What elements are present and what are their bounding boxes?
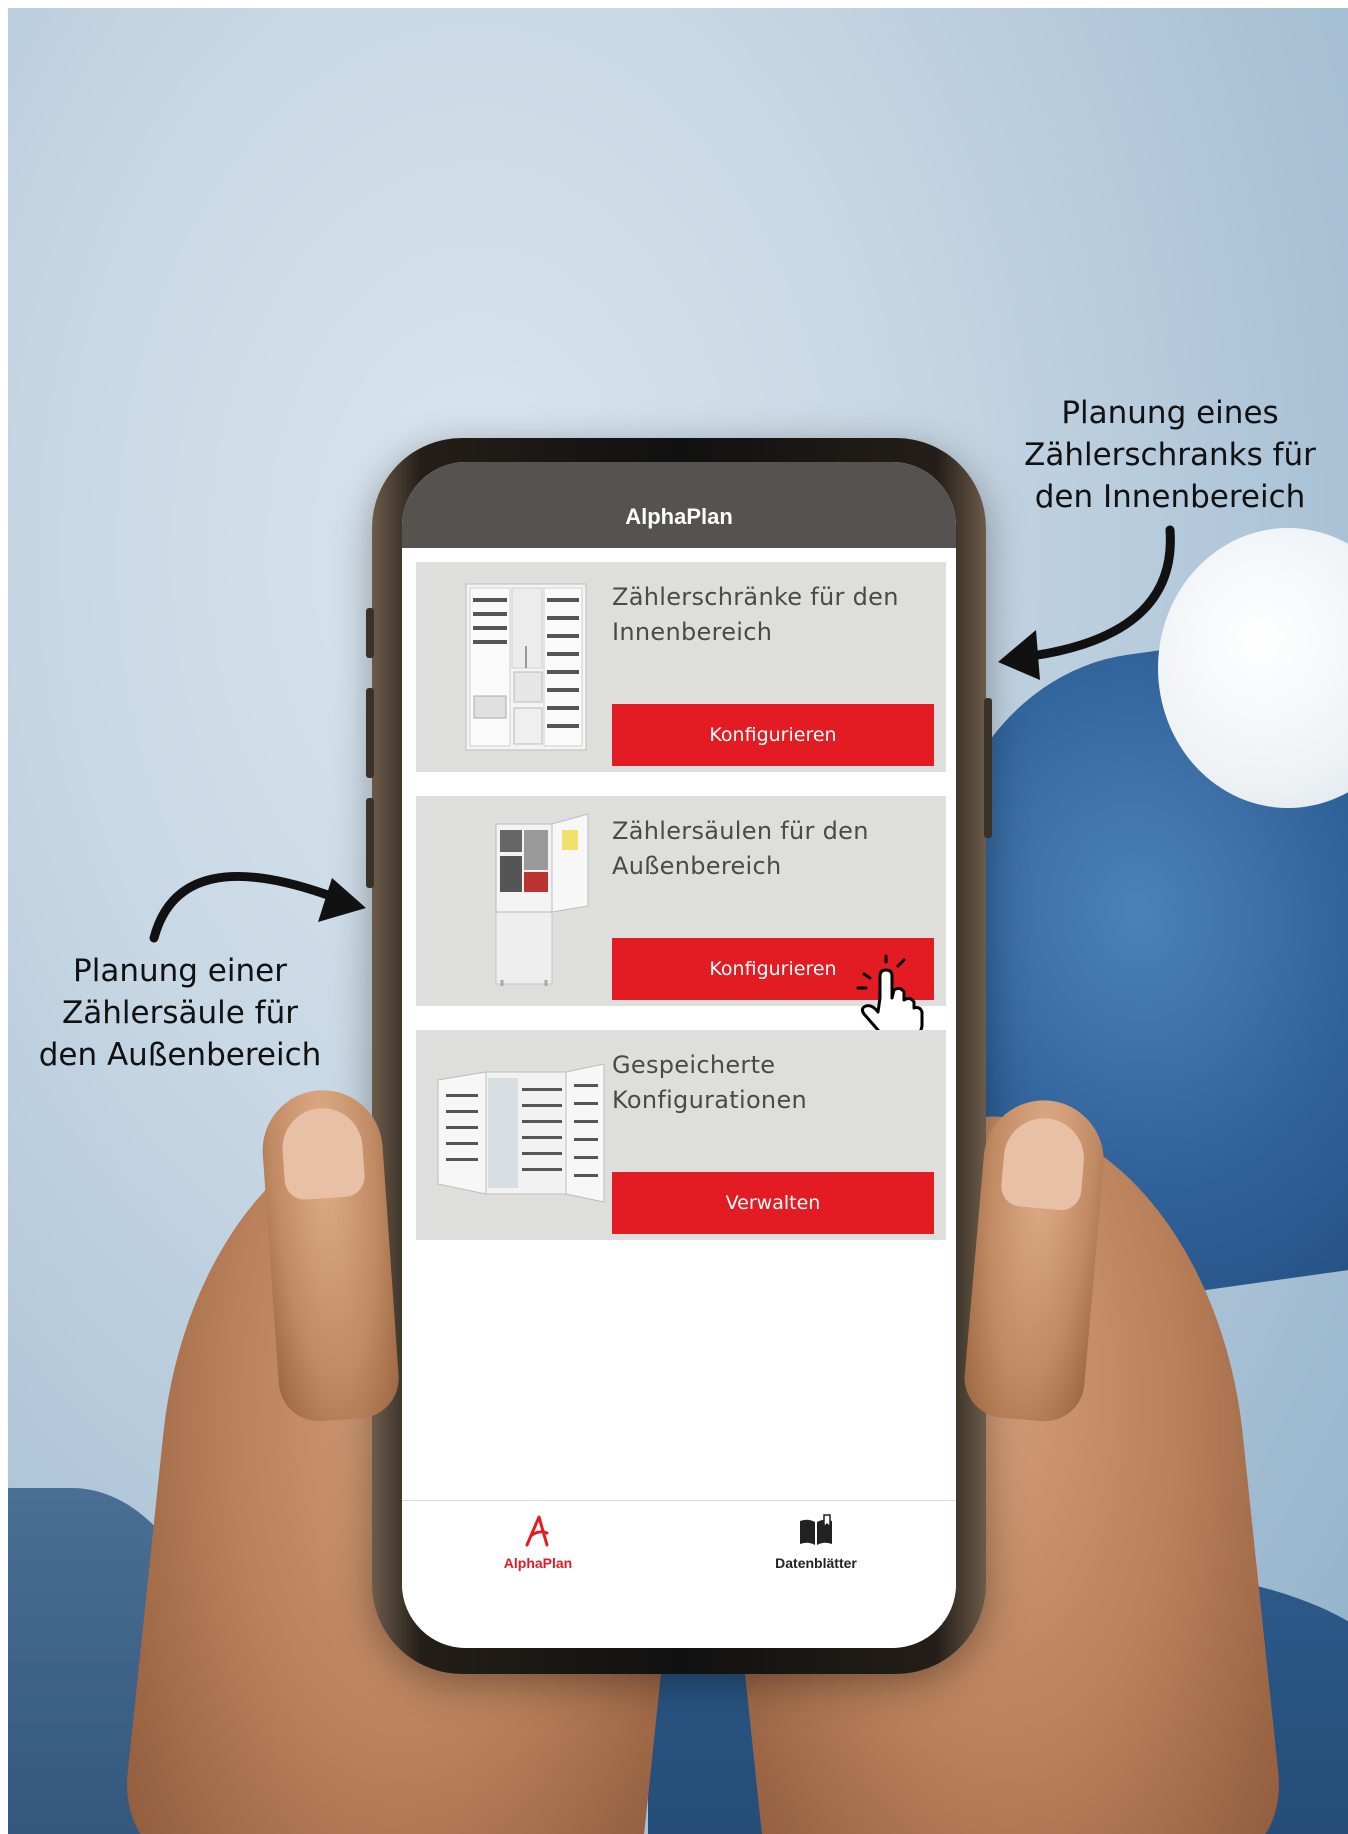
annotation-line: Zählerschranks für [1024,437,1316,473]
saved-configurations-image [437,1063,605,1203]
arrow-to-outdoor-card [149,871,366,943]
open-book-icon [800,1514,832,1545]
meter-cabinet-image [465,583,587,751]
card-title: Gespeicherte Konfigurationen [612,1048,932,1118]
manage-saved-button[interactable]: Verwalten [612,1172,934,1234]
bottom-tab-bar: AlphaPlan Datenblätter [402,1500,956,1648]
tab-alphaplan[interactable]: AlphaPlan [438,1513,638,1571]
annotation-line: den Innenbereich [1034,479,1306,515]
alphaplan-logo-icon [525,1515,549,1547]
smartphone: AlphaPlan Zählerschränke für den Innenbe… [366,438,992,1674]
card-title-line: Zählersäulen für den [612,817,869,845]
annotation-line: Planung eines [1061,395,1279,431]
left-thumb [258,1086,402,1424]
tab-label: AlphaPlan [503,1555,573,1571]
power-button [984,698,992,838]
configure-indoor-button[interactable]: Konfigurieren [612,704,934,766]
card-outdoor-meter-pillars: Zählersäulen für den Außenbereich Konfig… [416,796,946,1042]
card-title-line: Innenbereich [612,618,773,646]
annotation-line: Planung einer [73,953,287,989]
card-title: Zählersäulen für den Außenbereich [612,814,932,884]
app-screen: AlphaPlan Zählerschränke für den Innenbe… [402,462,956,1648]
tab-label: Datenblätter [775,1555,857,1571]
card-title-line: Zählerschränke für den [612,583,899,611]
annotation-outdoor: Planung einer Zählersäule für den Außenb… [20,950,340,1076]
volume-up-button [366,688,374,778]
arrow-to-indoor-card [998,525,1175,680]
card-title-line: Gespeicherte [612,1051,776,1079]
card-title: Zählerschränke für den Innenbereich [612,580,932,650]
thumbnail-left [279,1105,366,1201]
meter-pillar-image [495,813,589,986]
annotation-line: den Außenbereich [38,1037,322,1073]
thumbnail-right [999,1115,1088,1212]
card-title-line: Außenbereich [612,852,782,880]
annotation-indoor: Planung eines Zählerschranks für den Inn… [1005,392,1335,518]
card-saved-configurations: Gespeicherte Konfigurationen Verwalten [416,1030,946,1240]
app-header: AlphaPlan [402,462,956,548]
mute-switch [366,608,374,658]
card-indoor-meter-cabinets: Zählerschränke für den Innenbereich Konf… [416,562,946,772]
page-title: AlphaPlan [625,504,733,529]
tab-datenblaetter[interactable]: Datenblätter [716,1513,916,1571]
annotation-line: Zählersäule für [62,995,298,1031]
card-title-line: Konfigurationen [612,1086,808,1114]
